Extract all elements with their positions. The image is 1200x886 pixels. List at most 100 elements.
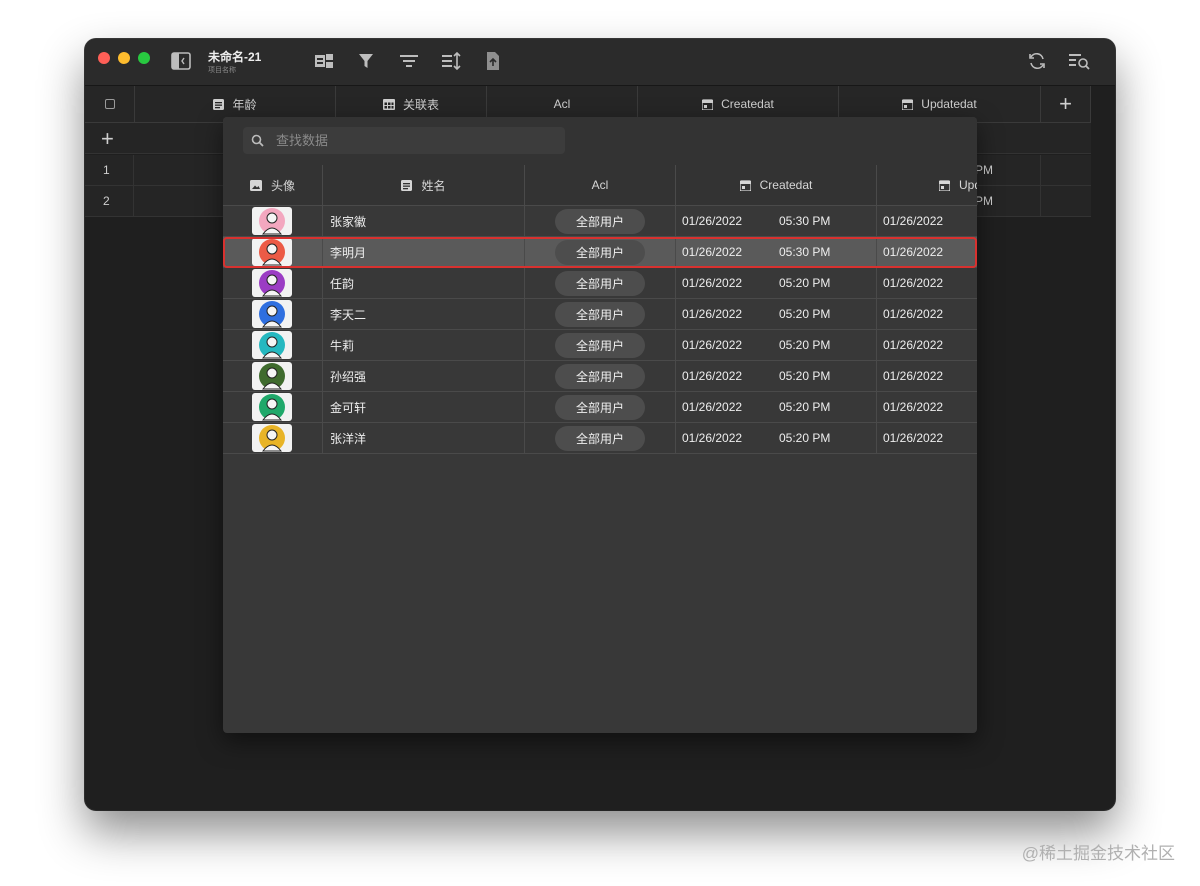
createdat-cell: 01/26/2022 05:20 PM bbox=[676, 423, 877, 453]
name-text: 任韵 bbox=[330, 276, 355, 291]
filter-icon[interactable] bbox=[355, 50, 377, 72]
updated-date: 01/26/2022 bbox=[883, 245, 944, 259]
avatar-cell bbox=[223, 423, 323, 453]
avatar[interactable] bbox=[252, 207, 292, 235]
text-field-icon bbox=[213, 98, 225, 110]
avatar[interactable] bbox=[252, 331, 292, 359]
acl-cell: 全部用户 bbox=[525, 237, 676, 267]
created-time: 05:20 PM bbox=[779, 400, 831, 414]
avatar[interactable] bbox=[252, 269, 292, 297]
row-number: 2 bbox=[103, 194, 110, 208]
search-box[interactable] bbox=[243, 127, 565, 154]
created-date: 01/26/2022 bbox=[682, 369, 743, 383]
search-input[interactable] bbox=[274, 132, 548, 149]
calendar-icon bbox=[939, 179, 950, 191]
table-row[interactable]: 孙绍强 全部用户 01/26/2022 05:20 PM 01/26/2022 bbox=[223, 361, 977, 392]
acl-tag: 全部用户 bbox=[555, 301, 645, 327]
table-row[interactable]: 李天二 全部用户 01/26/2022 05:20 PM 01/26/2022 bbox=[223, 299, 977, 330]
document-subtitle: 项目名称 bbox=[208, 67, 236, 74]
createdat-cell: 01/26/2022 05:20 PM bbox=[676, 392, 877, 422]
name-text: 李明月 bbox=[330, 245, 367, 260]
updatedat-cell: 01/26/2022 bbox=[877, 423, 977, 453]
updatedat-cell: 01/26/2022 bbox=[877, 237, 977, 267]
select-all-checkbox[interactable] bbox=[85, 86, 135, 122]
createdat-cell: 01/26/2022 05:20 PM bbox=[676, 299, 877, 329]
acl-cell: 全部用户 bbox=[525, 423, 676, 453]
created-time: 05:20 PM bbox=[779, 369, 831, 383]
name-text: 金可轩 bbox=[330, 400, 367, 415]
name-cell: 牛莉 bbox=[323, 330, 525, 360]
created-time: 05:20 PM bbox=[779, 338, 831, 352]
refresh-icon[interactable] bbox=[1026, 50, 1048, 72]
table-row[interactable]: 张家徽 全部用户 01/26/2022 05:30 PM 01/26/2022 bbox=[223, 206, 977, 237]
avatar[interactable] bbox=[252, 362, 292, 390]
column-header-updatedat[interactable]: Upd bbox=[877, 165, 977, 205]
watermark: @稀土掘金技术社区 bbox=[1021, 844, 1175, 863]
sidebar-toggle-icon[interactable] bbox=[170, 50, 192, 72]
avatar[interactable] bbox=[252, 238, 292, 266]
search-bar bbox=[223, 117, 977, 165]
acl-tag: 全部用户 bbox=[555, 332, 645, 358]
minimize-window-button[interactable] bbox=[118, 52, 130, 64]
created-date: 01/26/2022 bbox=[682, 400, 743, 414]
cell-text: PM bbox=[975, 163, 993, 177]
zoom-window-button[interactable] bbox=[138, 52, 150, 64]
avatar[interactable] bbox=[252, 300, 292, 328]
name-cell: 金可轩 bbox=[323, 392, 525, 422]
avatar-cell bbox=[223, 299, 323, 329]
name-cell: 张洋洋 bbox=[323, 423, 525, 453]
acl-tag: 全部用户 bbox=[555, 239, 645, 265]
createdat-cell: 01/26/2022 05:20 PM bbox=[676, 268, 877, 298]
name-text: 牛莉 bbox=[330, 338, 355, 353]
calendar-icon bbox=[902, 98, 914, 110]
updated-date: 01/26/2022 bbox=[883, 338, 944, 352]
avatar-cell bbox=[223, 206, 323, 236]
avatar[interactable] bbox=[252, 393, 292, 421]
avatar-cell bbox=[223, 268, 323, 298]
picker-table-header: 头像 姓名 Acl Createdat Upd bbox=[223, 165, 977, 206]
createdat-cell: 01/26/2022 05:30 PM bbox=[676, 237, 877, 267]
column-header-acl[interactable]: Acl bbox=[525, 165, 676, 205]
column-divider bbox=[1040, 186, 1041, 217]
name-text: 张家徽 bbox=[330, 214, 367, 229]
column-header-createdat[interactable]: Createdat bbox=[676, 165, 877, 205]
group-icon[interactable] bbox=[398, 50, 420, 72]
search-list-icon[interactable] bbox=[1068, 50, 1090, 72]
created-date: 01/26/2022 bbox=[682, 276, 743, 290]
avatar[interactable] bbox=[252, 424, 292, 452]
close-window-button[interactable] bbox=[98, 52, 110, 64]
created-time: 05:20 PM bbox=[779, 307, 831, 321]
add-row-button[interactable]: + bbox=[101, 126, 114, 152]
name-text: 孙绍强 bbox=[330, 369, 367, 384]
createdat-cell: 01/26/2022 05:20 PM bbox=[676, 361, 877, 391]
table-row[interactable]: 金可轩 全部用户 01/26/2022 05:20 PM 01/26/2022 bbox=[223, 392, 977, 423]
add-column-button[interactable]: + bbox=[1041, 86, 1091, 122]
column-header-label: 关联表 bbox=[402, 97, 439, 112]
column-header-label: Acl bbox=[553, 97, 571, 111]
sort-icon[interactable] bbox=[441, 50, 463, 72]
column-divider bbox=[133, 155, 134, 186]
table-row[interactable]: 任韵 全部用户 01/26/2022 05:20 PM 01/26/2022 bbox=[223, 268, 977, 299]
table-row[interactable]: 牛莉 全部用户 01/26/2022 05:20 PM 01/26/2022 bbox=[223, 330, 977, 361]
document-title: 未命名-21 bbox=[208, 50, 262, 64]
created-time: 05:30 PM bbox=[779, 214, 831, 228]
table-row[interactable]: 李明月 全部用户 01/26/2022 05:30 PM 01/26/2022 bbox=[223, 237, 977, 268]
updatedat-cell: 01/26/2022 bbox=[877, 361, 977, 391]
share-icon[interactable] bbox=[482, 50, 504, 72]
name-text: 李天二 bbox=[330, 307, 367, 322]
created-time: 05:30 PM bbox=[779, 245, 831, 259]
created-date: 01/26/2022 bbox=[682, 307, 743, 321]
text-field-icon bbox=[401, 179, 413, 191]
updatedat-cell: 01/26/2022 bbox=[877, 206, 977, 236]
updated-date: 01/26/2022 bbox=[883, 431, 944, 445]
column-header-avatar[interactable]: 头像 bbox=[223, 165, 323, 205]
fields-icon[interactable] bbox=[313, 50, 335, 72]
created-date: 01/26/2022 bbox=[682, 214, 743, 228]
name-cell: 张家徽 bbox=[323, 206, 525, 236]
avatar-cell bbox=[223, 361, 323, 391]
record-picker-popover: 头像 姓名 Acl Createdat Upd 张家徽全部用户 01/26/202… bbox=[223, 117, 977, 733]
column-divider bbox=[1040, 155, 1041, 186]
table-row[interactable]: 张洋洋 全部用户 01/26/2022 05:20 PM 01/26/2022 bbox=[223, 423, 977, 454]
column-header-name[interactable]: 姓名 bbox=[323, 165, 525, 205]
column-header-label: Acl bbox=[591, 178, 609, 192]
